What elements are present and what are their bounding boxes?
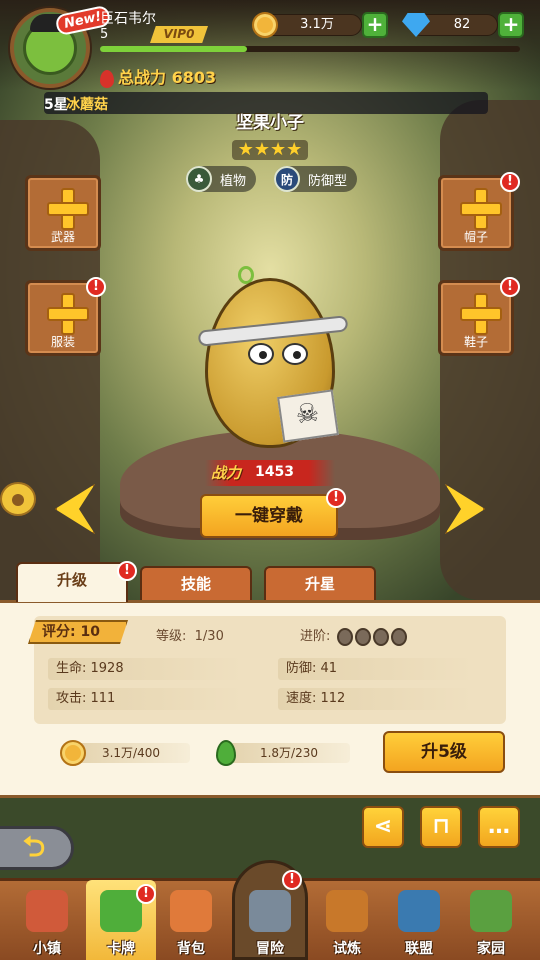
plant-role-label: 防御型 (308, 173, 348, 189)
nav-item-home[interactable]: 家园 (456, 880, 526, 960)
plus-icon (47, 293, 89, 335)
coin-icon (252, 12, 278, 38)
coin-cost: 3.1万/400 (72, 743, 190, 763)
back-button[interactable]: ⮌ (0, 826, 74, 870)
vip-badge[interactable]: VIP0 (150, 26, 208, 43)
advance-label: 进阶: (300, 629, 331, 644)
equip-slot-clothes-label: 服装 (50, 335, 75, 349)
gem-amount: 82 (453, 17, 471, 32)
star-rating: ★★★★ (232, 140, 308, 160)
plant-type-label: 植物 (220, 173, 247, 189)
nav-label: 联盟 (405, 941, 433, 957)
stat-attack: 攻击: 111 (48, 688, 244, 710)
chat-icon[interactable]: … (478, 806, 520, 848)
alert-badge: ! (86, 277, 106, 297)
advance-stat: 进阶: (300, 625, 407, 646)
plus-icon (460, 293, 502, 335)
equip-slot-shoes-label: 鞋子 (463, 335, 488, 349)
score-badge: 评分: 10 (28, 620, 128, 644)
alert-badge: ! (117, 561, 137, 581)
nav-item-alliance[interactable]: 联盟 (384, 880, 454, 960)
alert-badge: ! (282, 870, 302, 890)
equip-slot-hat-label: 帽子 (463, 230, 488, 244)
total-power-value: 6803 (171, 68, 217, 87)
tree-icon (470, 890, 512, 932)
score-label: 评分: (42, 624, 76, 640)
equip-slot-weapon[interactable]: 武器 (25, 175, 101, 251)
share-icon[interactable]: ⋖ (362, 806, 404, 848)
tab-skills[interactable]: 技能 (140, 566, 252, 600)
nav-label: 背包 (177, 941, 205, 957)
plus-icon (460, 188, 502, 230)
medal-icon (354, 627, 371, 646)
tab-upgrade[interactable]: 升级 (16, 562, 128, 602)
battle-power-label: 战力 (211, 464, 242, 482)
chili-icon (100, 69, 114, 88)
house-icon (26, 890, 68, 932)
hero-eye-left (248, 343, 274, 365)
total-power-label: 总战力 (118, 68, 167, 87)
equip-all-button[interactable]: 一键穿戴 (200, 494, 338, 538)
nav-label: 卡牌 (107, 941, 135, 957)
nav-label: 试炼 (333, 941, 361, 957)
nav-item-backpack[interactable]: 背包 (156, 880, 226, 960)
coin-icon (60, 740, 86, 766)
alert-badge: ! (500, 277, 520, 297)
sunflower-icon[interactable] (0, 482, 36, 516)
level-label: 等级: (156, 629, 187, 644)
banner-icon (398, 890, 440, 932)
equip-slot-weapon-label: 武器 (50, 230, 75, 244)
stat-defense: 防御: 41 (278, 658, 474, 680)
nav-label: 小镇 (33, 941, 61, 957)
nav-label: 冒险 (256, 941, 284, 957)
medal-icon (390, 627, 407, 646)
level-value: 1/30 (194, 629, 224, 644)
medal-icon (336, 627, 353, 646)
backpack-icon (170, 890, 212, 932)
xp-bar (100, 46, 520, 52)
nav-item-adventure[interactable]: 冒险 (235, 880, 305, 960)
add-gems-button[interactable]: + (498, 12, 524, 38)
plus-icon (47, 188, 89, 230)
stat-speed: 速度: 112 (278, 688, 474, 710)
player-level: 5 (100, 27, 109, 42)
tab-star-up[interactable]: 升星 (264, 566, 376, 600)
shield-role-icon: 防 (274, 166, 300, 192)
battle-power: 战力 1453 (205, 460, 335, 486)
hero-eye-right (282, 343, 308, 365)
xp-bar-fill (100, 46, 247, 52)
clover-icon: ♣ (186, 166, 212, 192)
player-name: 巨石韦尔 (100, 11, 156, 27)
stat-hp: 生命: 1928 (48, 658, 244, 680)
level-up-button[interactable]: 升5级 (383, 731, 505, 773)
unlock-icon[interactable]: ⊓ (420, 806, 462, 848)
hero-headband (197, 315, 349, 347)
total-power: 总战力 6803 (100, 64, 216, 88)
medal-icon (372, 627, 389, 646)
tombstone-icon (249, 890, 291, 932)
level-stat: 等级: 1/30 (156, 625, 224, 644)
alert-badge: ! (326, 488, 346, 508)
seed-cost: 1.8万/230 (228, 743, 350, 763)
battle-power-value: 1453 (255, 464, 294, 480)
coin-amount: 3.1万 (300, 17, 334, 32)
panel-tabs: 升级 技能 升星 (16, 562, 536, 602)
jar-icon (326, 890, 368, 932)
plant-role-tag: 防 防御型 (274, 166, 358, 192)
score-value: 10 (80, 624, 100, 640)
nav-label: 家园 (477, 941, 505, 957)
seed-icon (216, 740, 236, 766)
alert-badge: ! (500, 172, 520, 192)
alert-badge: ! (136, 884, 156, 904)
plant-type-tag: ♣ 植物 (186, 166, 257, 192)
nav-item-trial[interactable]: 试炼 (312, 880, 382, 960)
plant-name: 坚果小子 (236, 113, 304, 133)
add-coins-button[interactable]: + (362, 12, 388, 38)
skull-sign (277, 389, 339, 443)
nav-item-town[interactable]: 小镇 (12, 880, 82, 960)
